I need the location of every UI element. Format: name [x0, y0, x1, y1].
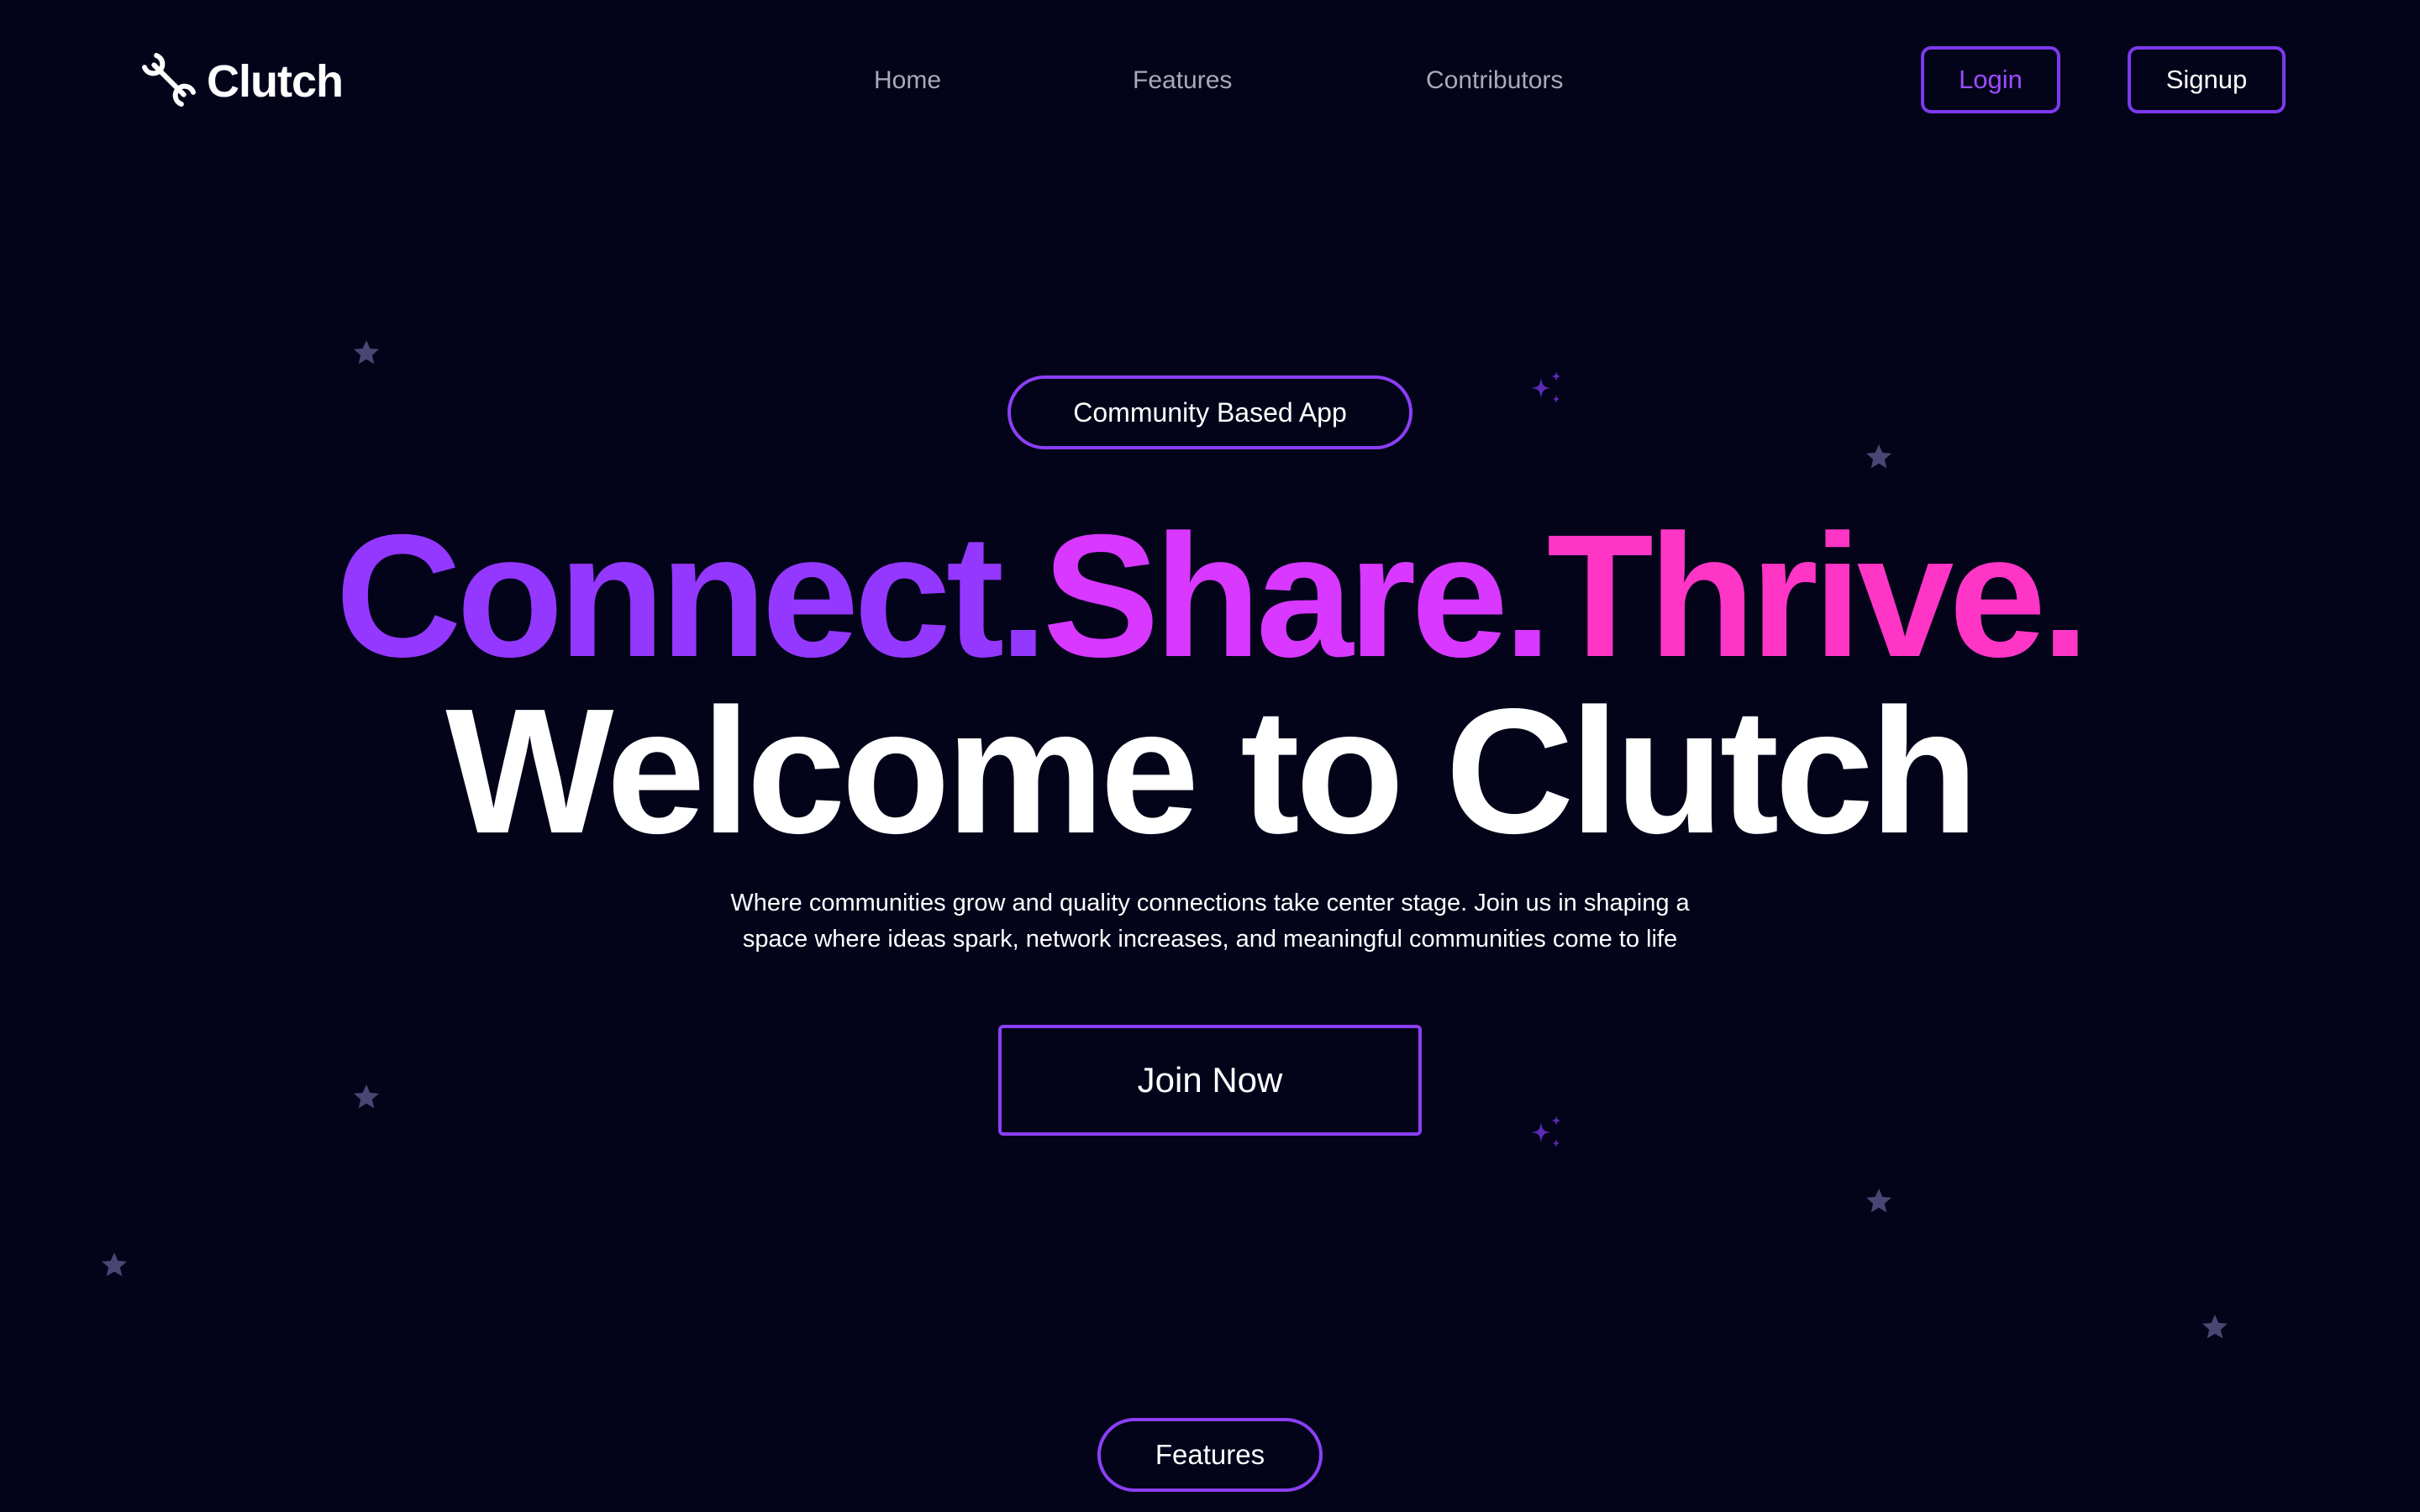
headline-thrive: Thrive.: [1546, 499, 2090, 694]
nav-link-home[interactable]: Home: [874, 64, 941, 97]
headline-share: Share.: [1042, 499, 1552, 694]
nav-link-contributors[interactable]: Contributors: [1426, 64, 1563, 97]
landing-page: Clutch Home Features Contributors Login …: [0, 0, 2420, 1512]
features-section-pill[interactable]: Features: [1097, 1418, 1323, 1492]
logo-text: Clutch: [207, 56, 344, 107]
sparkle-icon: [1526, 370, 1566, 410]
join-now-button[interactable]: Join Now: [998, 1025, 1422, 1136]
hero-headline: Connect.Share.Thrive.: [0, 504, 2420, 689]
logo[interactable]: Clutch: [133, 44, 344, 120]
nav-link-features[interactable]: Features: [1133, 64, 1232, 97]
hero-subtitle-line-1: Where communities grow and quality conne…: [730, 890, 1690, 916]
star-icon: [1864, 442, 1894, 472]
star-icon: [99, 1250, 129, 1280]
star-icon: [351, 338, 381, 368]
login-button[interactable]: Login: [1921, 46, 2060, 113]
signup-button[interactable]: Signup: [2128, 46, 2286, 113]
community-badge: Community Based App: [1007, 375, 1413, 449]
hero-subtitle-line-2: space where ideas spark, network increas…: [742, 926, 1678, 953]
hero-subtitle: Where communities grow and quality conne…: [706, 885, 1714, 958]
star-icon: [1864, 1186, 1894, 1216]
wrench-icon: [133, 44, 207, 120]
sparkle-icon: [1526, 1114, 1566, 1154]
star-icon: [351, 1082, 381, 1112]
headline-connect: Connect.: [335, 499, 1048, 694]
star-icon: [2200, 1312, 2230, 1342]
welcome-heading: Welcome to Clutch: [445, 671, 1978, 870]
